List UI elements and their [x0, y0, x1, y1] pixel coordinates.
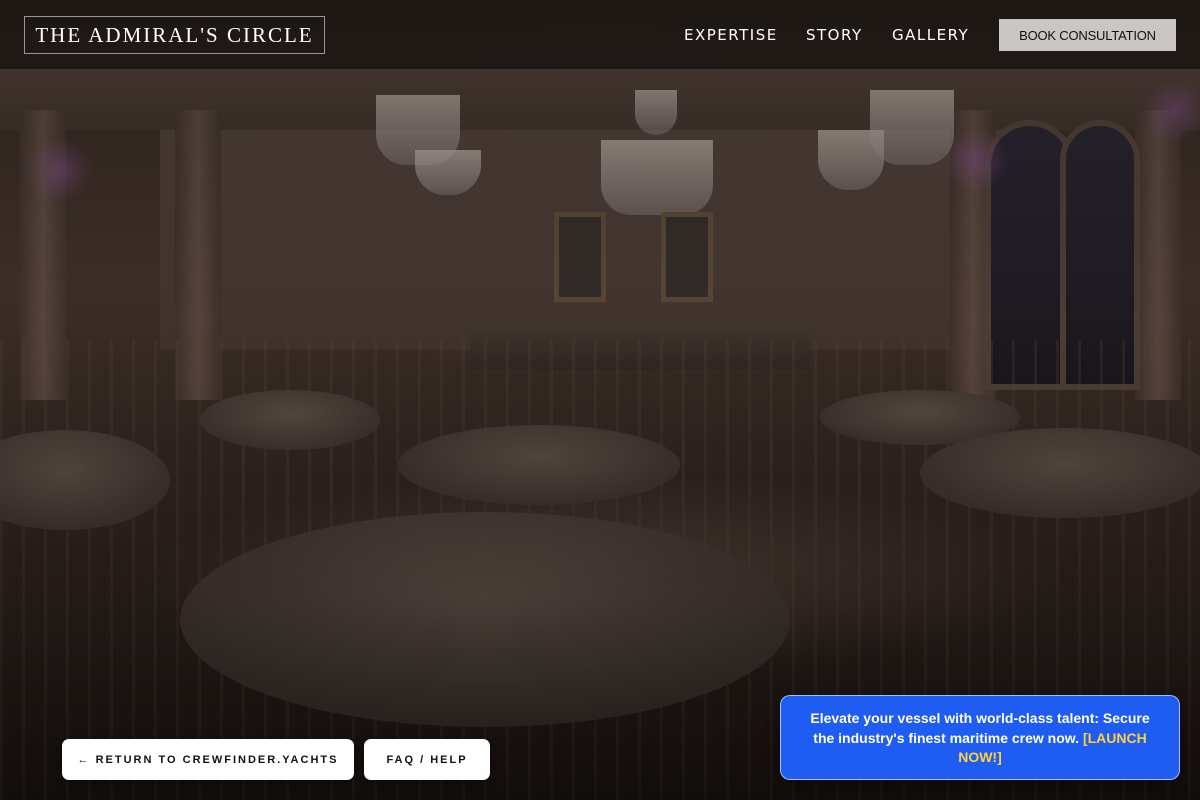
faq-help-button[interactable]: FAQ / HELP	[364, 739, 490, 780]
hero-background-image	[0, 0, 1200, 800]
dark-overlay	[0, 0, 1200, 800]
return-to-crewfinder-button[interactable]: ← RETURN TO CREWFINDER.YACHTS	[62, 739, 354, 780]
nav-link-story[interactable]: STORY	[806, 26, 863, 44]
brand-logo[interactable]: THE ADMIRAL'S CIRCLE	[24, 16, 325, 54]
nav-link-gallery[interactable]: GALLERY	[892, 26, 969, 44]
promo-banner: Elevate your vessel with world-class tal…	[780, 695, 1180, 780]
book-consultation-button[interactable]: BOOK CONSULTATION	[999, 19, 1176, 51]
nav-link-expertise[interactable]: EXPERTISE	[684, 26, 778, 44]
navbar: THE ADMIRAL'S CIRCLE EXPERTISE STORY GAL…	[0, 0, 1200, 70]
